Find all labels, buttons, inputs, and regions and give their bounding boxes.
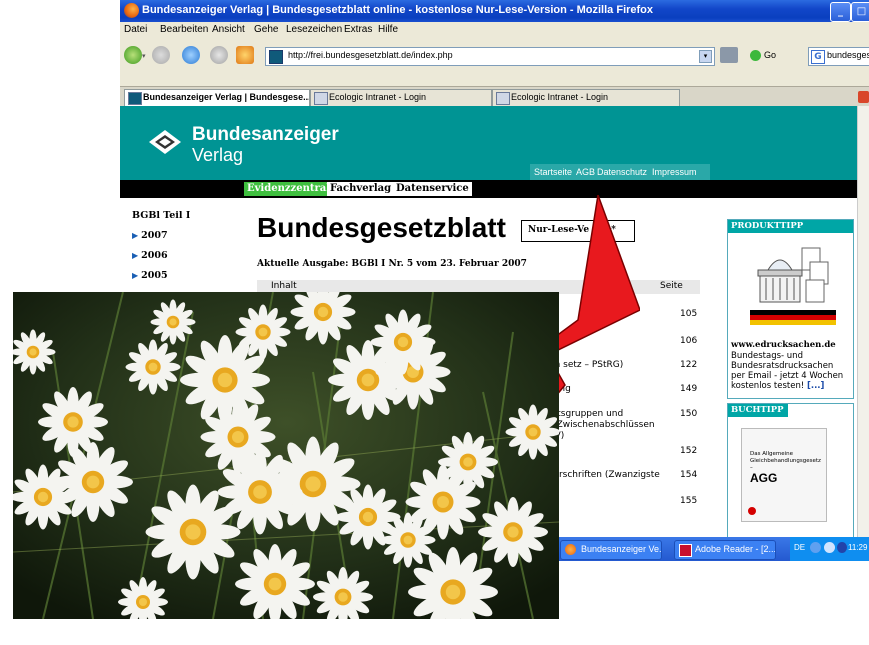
tray-icon[interactable] bbox=[810, 542, 821, 553]
google-icon: G bbox=[811, 50, 825, 64]
menu-bar: Datei Bearbeiten Ansicht Gehe Lesezeiche… bbox=[120, 22, 869, 38]
nav-evidenzzentrale[interactable]: Evidenzzentrale bbox=[244, 182, 340, 196]
tab-ecologic-1[interactable]: Ecologic Intranet - Login bbox=[310, 89, 492, 106]
page-number[interactable]: 122 bbox=[680, 360, 697, 370]
bundestag-illustration-icon bbox=[750, 247, 836, 325]
link-startseite[interactable]: Startseite bbox=[534, 167, 572, 177]
triangle-right-icon: ▶ bbox=[132, 230, 139, 240]
daisy-photo bbox=[13, 292, 559, 619]
url-text: http://frei.bundesgesetzblatt.de/index.p… bbox=[288, 50, 453, 60]
logo-text-top[interactable]: Bundesanzeiger bbox=[192, 124, 339, 146]
logo-text-bottom[interactable]: Verlag bbox=[192, 145, 243, 166]
taskbar: Bundesanzeiger Ve... Adobe Reader - [2..… bbox=[558, 537, 869, 561]
produkttipp-heading: PRODUKTTIPP bbox=[728, 220, 853, 233]
back-dropdown-icon[interactable]: ▾ bbox=[142, 52, 148, 60]
page-number[interactable]: 106 bbox=[680, 336, 697, 346]
link-impressum[interactable]: Impressum bbox=[652, 167, 697, 177]
window-title: Bundesanzeiger Verlag | Bundesgesetzblat… bbox=[142, 4, 654, 16]
go-icon[interactable] bbox=[750, 50, 761, 61]
menu-datei[interactable]: Datei bbox=[124, 24, 147, 35]
tab-label: Ecologic Intranet - Login bbox=[511, 92, 609, 102]
tab-label: Bundesanzeiger Verlag | Bundesgese... bbox=[143, 92, 310, 102]
firefox-icon bbox=[124, 3, 139, 18]
clock: 11:29 bbox=[848, 543, 868, 552]
produkt-more-link[interactable]: [...] bbox=[807, 381, 824, 391]
firefox-icon bbox=[565, 544, 576, 555]
back-icon[interactable] bbox=[124, 46, 142, 64]
taskbar-label: Bundesanzeiger Ve... bbox=[581, 544, 662, 554]
nav-fachverlag[interactable]: Fachverlag bbox=[327, 182, 395, 196]
page-number[interactable]: 154 bbox=[680, 470, 697, 480]
tab-label: Ecologic Intranet - Login bbox=[329, 92, 427, 102]
title-bar[interactable]: Bundesanzeiger Verlag | Bundesgesetzblat… bbox=[120, 0, 869, 22]
go-button[interactable]: Go bbox=[764, 50, 776, 60]
taskbar-label: Adobe Reader - [2... bbox=[695, 544, 776, 554]
top-links: Startseite AGB Datenschutz Impressum bbox=[530, 164, 710, 180]
book-title: AGG bbox=[750, 471, 778, 485]
produkt-description: Bundestags- und Bundesratsdrucksachen pe… bbox=[731, 351, 844, 391]
tab-favicon-icon bbox=[496, 92, 510, 105]
produkt-site-link[interactable]: www.edrucksachen.de bbox=[731, 340, 836, 350]
home-icon[interactable] bbox=[236, 46, 254, 64]
site-header: Bundesanzeiger Verlag Startseite AGB Dat… bbox=[120, 106, 869, 180]
year-label: 2007 bbox=[141, 230, 168, 241]
menu-bearbeiten[interactable]: Bearbeiten bbox=[160, 24, 208, 35]
sidebar-heading: BGBl Teil I bbox=[132, 210, 191, 221]
language-indicator[interactable]: DE bbox=[794, 543, 805, 552]
book-subtitle: Das Allgemeine Gleichbehandlungsgesetz – bbox=[750, 451, 821, 471]
tab-bundesanzeiger[interactable]: Bundesanzeiger Verlag | Bundesgese... bbox=[124, 89, 310, 106]
tab-favicon-icon bbox=[128, 92, 142, 105]
nav-datenservice[interactable]: Datenservice bbox=[393, 182, 472, 196]
adobe-reader-icon bbox=[679, 544, 692, 557]
url-bar[interactable]: http://frei.bundesgesetzblatt.de/index.p… bbox=[265, 47, 715, 66]
site-favicon-icon bbox=[269, 50, 283, 64]
stop-icon[interactable] bbox=[210, 46, 228, 64]
page-number[interactable]: 149 bbox=[680, 384, 697, 394]
sidebar-year-2006[interactable]: ▶ 2006 bbox=[132, 250, 168, 261]
book-cover[interactable]: Das Allgemeine Gleichbehandlungsgesetz –… bbox=[741, 428, 827, 522]
link-datenschutz[interactable]: Datenschutz bbox=[597, 167, 647, 177]
taskbar-button-firefox[interactable]: Bundesanzeiger Ve... bbox=[560, 540, 662, 560]
print-icon[interactable] bbox=[720, 47, 738, 63]
system-tray: DE 11:29 bbox=[790, 537, 869, 561]
table-header-inhalt: Inhalt bbox=[271, 281, 297, 291]
page-number[interactable]: 152 bbox=[680, 446, 697, 456]
security-shield-icon[interactable] bbox=[837, 542, 847, 553]
link-agb[interactable]: AGB bbox=[576, 167, 595, 177]
buchtipp-heading: BUCHTIPP bbox=[728, 404, 788, 417]
search-input[interactable]: G bundesgesetzblatt bbox=[808, 47, 869, 66]
produkttipp-box: PRODUKTTIPP www.edrucksachen.de Bundesta… bbox=[727, 219, 854, 399]
sidebar-year-2007[interactable]: ▶ 2007 bbox=[132, 230, 168, 241]
triangle-right-icon: ▶ bbox=[132, 250, 139, 260]
year-label: 2006 bbox=[141, 250, 168, 261]
tab-bar: Bundesanzeiger Verlag | Bundesgese... Ec… bbox=[120, 86, 869, 107]
menu-ansicht[interactable]: Ansicht bbox=[212, 24, 245, 35]
bundesanzeiger-logo-icon bbox=[149, 130, 181, 154]
book-logo-icon bbox=[748, 507, 756, 515]
table-header-seite: Seite bbox=[660, 281, 683, 291]
page-scrollbar[interactable] bbox=[857, 106, 869, 560]
maximize-button[interactable]: □ bbox=[851, 2, 869, 22]
tab-favicon-icon bbox=[314, 92, 328, 105]
search-value: bundesgesetzblatt bbox=[827, 50, 869, 60]
forward-icon[interactable] bbox=[152, 46, 170, 64]
reload-icon[interactable] bbox=[182, 46, 200, 64]
year-label: 2005 bbox=[141, 270, 168, 281]
menu-lesezeichen[interactable]: Lesezeichen bbox=[286, 24, 342, 35]
taskbar-button-adobe[interactable]: Adobe Reader - [2... bbox=[674, 540, 776, 560]
page-number[interactable]: 105 bbox=[680, 309, 697, 319]
tab-ecologic-2[interactable]: Ecologic Intranet - Login bbox=[492, 89, 680, 106]
menu-extras[interactable]: Extras bbox=[344, 24, 372, 35]
menu-gehe[interactable]: Gehe bbox=[254, 24, 278, 35]
page-number[interactable]: 150 bbox=[680, 409, 697, 419]
minimize-button[interactable]: _ bbox=[830, 2, 851, 22]
sidebar-year-2005[interactable]: ▶ 2005 bbox=[132, 270, 168, 281]
page-number[interactable]: 155 bbox=[680, 496, 697, 506]
network-icon[interactable] bbox=[824, 542, 835, 553]
triangle-right-icon: ▶ bbox=[132, 270, 139, 280]
navigation-toolbar: ▾ http://frei.bundesgesetzblatt.de/index… bbox=[120, 38, 869, 74]
close-tab-icon[interactable] bbox=[858, 91, 869, 103]
menu-hilfe[interactable]: Hilfe bbox=[378, 24, 398, 35]
url-dropdown-icon[interactable]: ▾ bbox=[699, 50, 712, 63]
